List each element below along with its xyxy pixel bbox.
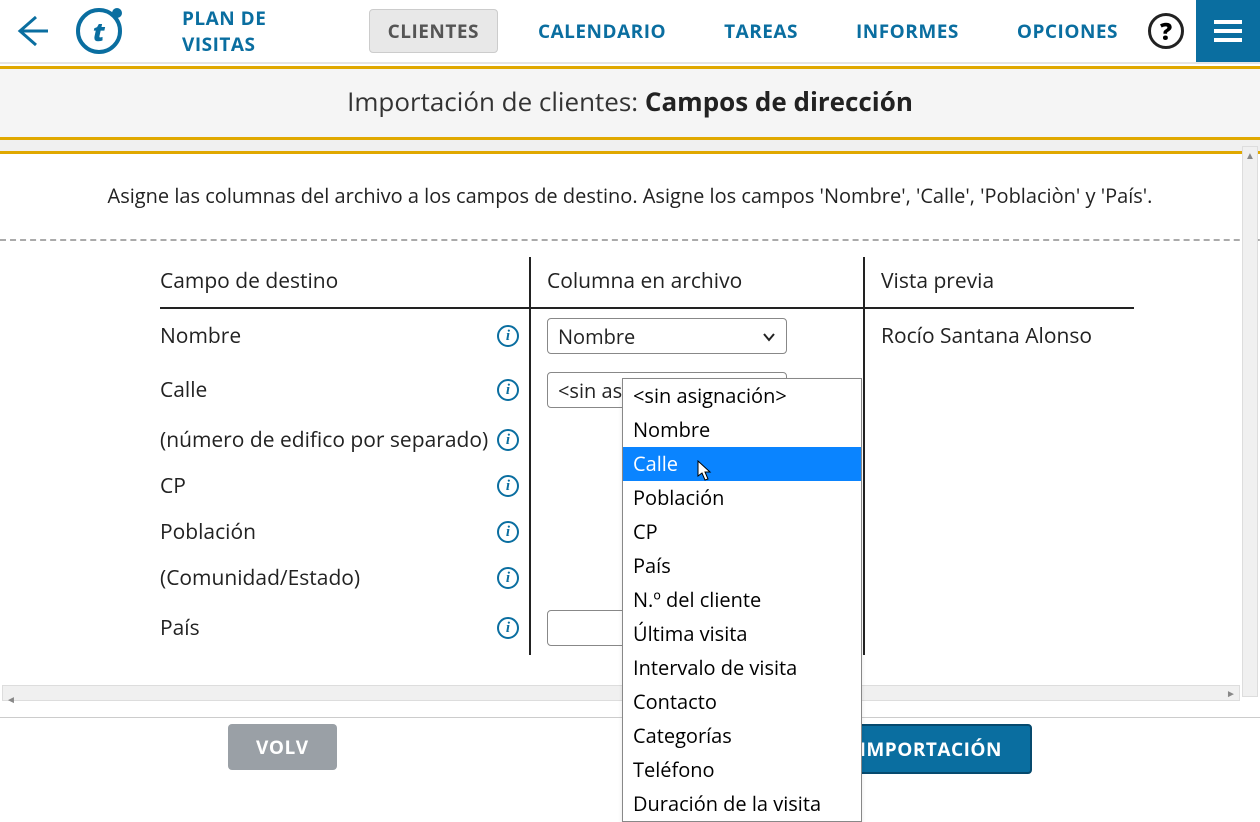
table-row: Nombrei Nombre Rocío Santana Alonso [160, 308, 1134, 363]
dest-field-label: (número de edifico por separado)i [160, 417, 530, 463]
dropdown-option[interactable]: Teléfono [623, 753, 861, 787]
help-button[interactable]: ? [1136, 0, 1196, 62]
dropdown-option[interactable]: Calle [623, 447, 861, 481]
header-preview: Vista previa [864, 257, 1134, 308]
scroll-up-icon[interactable]: ▲ [1243, 147, 1257, 163]
preview-cell [864, 601, 1134, 655]
top-nav: t PLAN DE VISITAS CLIENTES CALENDARIO TAREA… [0, 0, 1260, 64]
nav-tab-plan-de-visitas[interactable]: PLAN DE VISITAS [164, 0, 347, 65]
info-icon[interactable]: i [497, 617, 519, 639]
nav-tab-opciones[interactable]: OPCIONES [999, 10, 1136, 52]
nav-tabs: PLAN DE VISITAS CLIENTES CALENDARIO TAREAS I… [134, 0, 1136, 62]
dropdown-option[interactable]: Intervalo de visita [623, 651, 861, 685]
horizontal-scrollbar[interactable]: ◄ ► [2, 685, 1240, 701]
dest-field-label: CPi [160, 463, 530, 509]
dest-field-label: Paísi [160, 601, 530, 655]
arrow-left-icon [14, 13, 50, 49]
page-title-prefix: Importación de clientes: [347, 83, 645, 119]
dropdown-option[interactable]: Categorías [623, 719, 861, 753]
info-icon[interactable]: i [497, 325, 519, 347]
dest-field-label: Callei [160, 363, 530, 417]
info-icon[interactable]: i [497, 567, 519, 589]
file-column-cell: Nombre [530, 308, 864, 363]
info-icon[interactable]: i [497, 379, 519, 401]
app-logo: t [64, 0, 134, 62]
info-icon[interactable]: i [497, 521, 519, 543]
dest-field-label: (Comunidad/Estado)i [160, 555, 530, 601]
header-dest: Campo de destino [160, 257, 530, 308]
dropdown-option[interactable]: Nombre [623, 413, 861, 447]
nav-tab-calendario[interactable]: CALENDARIO [520, 10, 684, 52]
back-button[interactable]: VOLV [228, 724, 337, 770]
hamburger-icon [1210, 13, 1246, 49]
page-title-band: Importación de clientes: Campos de direc… [0, 66, 1260, 140]
title-divider [0, 140, 1260, 154]
vertical-scrollbar[interactable]: ▲ [1242, 146, 1258, 697]
column-dropdown-list[interactable]: <sin asignación>NombreCallePoblaciónCPPa… [622, 378, 862, 822]
scroll-left-icon[interactable]: ◄ [3, 692, 19, 706]
logo-icon: t [76, 8, 122, 54]
scroll-right-icon[interactable]: ► [1223, 686, 1239, 700]
preview-cell [864, 555, 1134, 601]
instruction-text: Asigne las columnas del archivo a los ca… [40, 182, 1220, 209]
back-arrow-button[interactable] [0, 0, 64, 62]
preview-cell [864, 363, 1134, 417]
info-icon[interactable]: i [497, 475, 519, 497]
dest-field-label: Poblacióni [160, 509, 530, 555]
dropdown-option[interactable]: CP [623, 515, 861, 549]
preview-cell [864, 417, 1134, 463]
help-icon: ? [1148, 13, 1184, 49]
dest-field-label: Nombrei [160, 308, 530, 363]
header-file: Columna en archivo [530, 257, 864, 308]
dropdown-option[interactable]: N.º del cliente [623, 583, 861, 617]
nav-tab-informes[interactable]: INFORMES [838, 10, 977, 52]
hamburger-menu-button[interactable] [1196, 0, 1260, 62]
dropdown-option[interactable]: Última visita [623, 617, 861, 651]
dropdown-option[interactable]: Contacto [623, 685, 861, 719]
dropdown-option[interactable]: <sin asignación> [623, 379, 861, 413]
nav-tab-clientes[interactable]: CLIENTES [369, 9, 498, 53]
dashed-separator [0, 239, 1260, 241]
preview-cell [864, 509, 1134, 555]
select-value: Nombre [558, 323, 635, 350]
nav-tab-tareas[interactable]: TAREAS [706, 10, 816, 52]
dropdown-option[interactable]: Población [623, 481, 861, 515]
chevron-down-icon [762, 323, 776, 350]
page-title-bold: Campos de dirección [645, 83, 913, 119]
column-select[interactable]: Nombre [547, 318, 787, 354]
preview-cell: Rocío Santana Alonso [864, 308, 1134, 363]
dropdown-option[interactable]: Duración de la visita [623, 787, 861, 821]
dropdown-option[interactable]: País [623, 549, 861, 583]
preview-cell [864, 463, 1134, 509]
info-icon[interactable]: i [497, 429, 519, 451]
